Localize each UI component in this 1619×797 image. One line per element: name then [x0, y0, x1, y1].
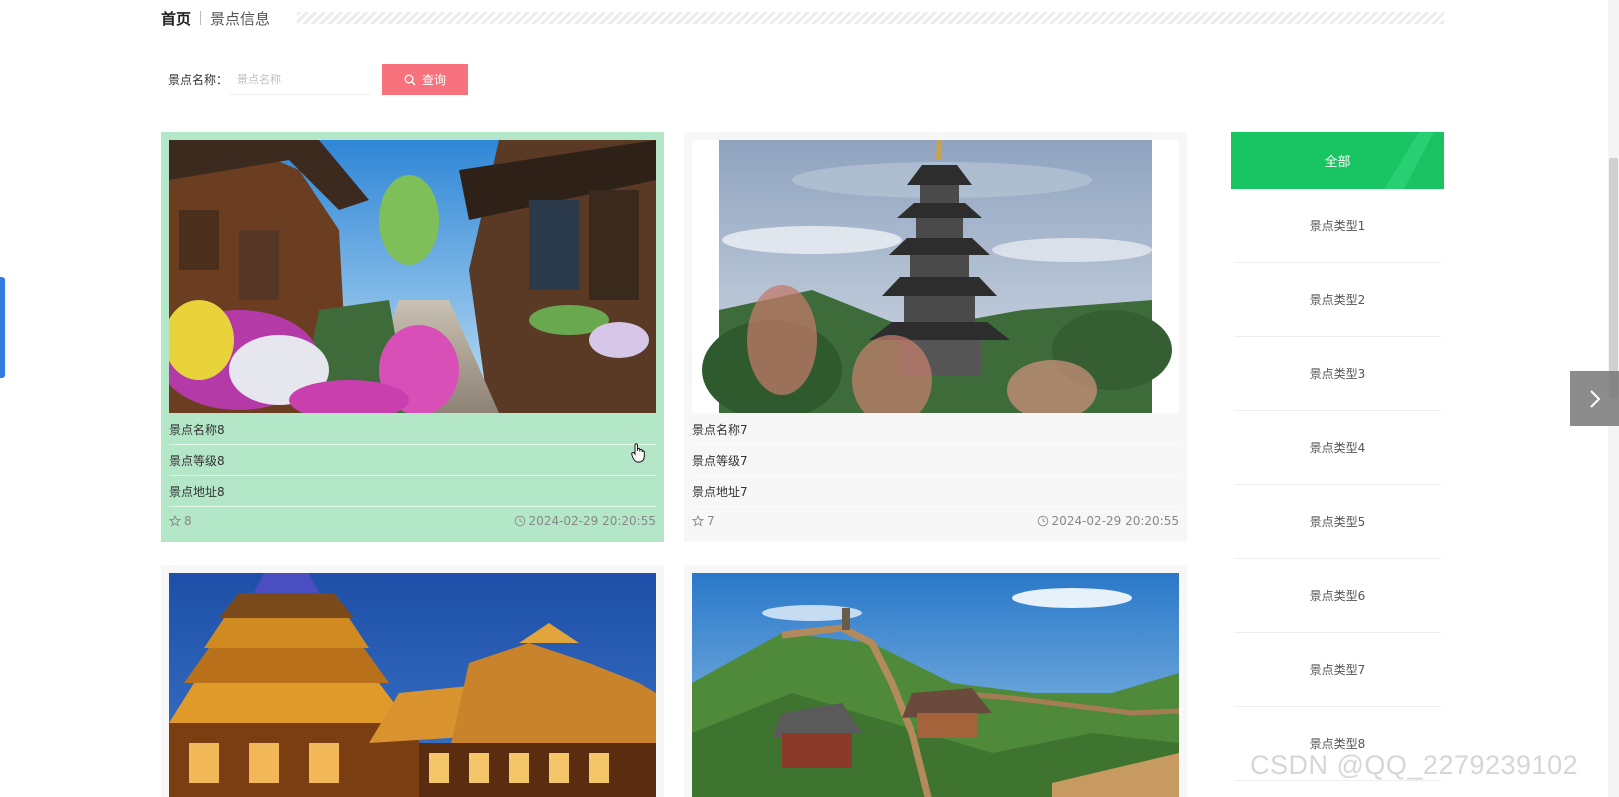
publish-time: 2024-02-29 20:20:55 [1051, 514, 1179, 528]
watermark: CSDN @QQ_2279239102 [1250, 750, 1579, 780]
scenic-image[interactable] [692, 140, 1179, 413]
scenic-name: 景点名称8 [169, 414, 656, 445]
category-item[interactable]: 景点类型3 [1234, 337, 1441, 411]
breadcrumb-home[interactable]: 首页 [161, 8, 191, 29]
next-page-button[interactable] [1570, 371, 1619, 426]
page: 首页 景点信息 景点名称： 查询 [0, 0, 1619, 797]
scenic-name: 景点名称7 [692, 414, 1179, 445]
scenic-address: 景点地址8 [169, 476, 656, 507]
category-all-label: 全部 [1324, 155, 1351, 170]
star-icon [169, 515, 181, 527]
title-decoration [297, 12, 1444, 24]
chevron-right-icon [1589, 389, 1600, 408]
category-item[interactable]: 景点类型1 [1234, 189, 1441, 263]
category-item[interactable]: 景点类型7 [1234, 633, 1441, 707]
scenic-image[interactable] [692, 573, 1179, 797]
publish-time: 2024-02-29 20:20:55 [528, 514, 656, 528]
search-icon [404, 74, 416, 85]
star-icon [692, 515, 704, 527]
category-sidebar: 全部 景点类型1 景点类型2 景点类型3 景点类型4 景点类型5 景点类型6 景… [1231, 132, 1444, 781]
card-footer: 8 2024-02-29 20:20:55 [169, 511, 656, 531]
like-count: 8 [184, 514, 192, 528]
scenic-card[interactable]: 景点名称7 景点等级7 景点地址7 7 2024-02-29 20:20:55 [684, 132, 1187, 542]
scenic-address: 景点地址7 [692, 476, 1179, 507]
category-item[interactable]: 景点类型2 [1234, 263, 1441, 337]
scenic-image[interactable] [169, 140, 656, 413]
category-item[interactable]: 景点类型5 [1234, 485, 1441, 559]
clock-icon [514, 515, 525, 527]
search-label: 景点名称： [168, 73, 229, 87]
scrollbar-thumb[interactable] [1609, 158, 1618, 398]
side-drawer-tab[interactable] [0, 277, 5, 378]
scenic-card[interactable]: 景点名称8 景点等级8 景点地址8 8 2024-02-29 20:20:55 [161, 132, 664, 542]
clock-icon [1037, 515, 1048, 527]
search-input[interactable] [230, 65, 370, 95]
hand-cursor-icon [631, 443, 645, 463]
scenic-level: 景点等级8 [169, 445, 656, 476]
like-count: 7 [707, 514, 715, 528]
scenic-card[interactable] [161, 565, 664, 797]
breadcrumb-divider [200, 11, 202, 25]
category-item[interactable]: 景点类型4 [1234, 411, 1441, 485]
search-button-label: 查询 [421, 73, 446, 87]
scenic-level: 景点等级7 [692, 445, 1179, 476]
scenic-image[interactable] [169, 573, 656, 797]
search-button[interactable]: 查询 [382, 64, 468, 95]
card-footer: 7 2024-02-29 20:20:55 [692, 511, 1179, 531]
decorative-triangle [1384, 132, 1444, 189]
breadcrumb-current: 景点信息 [210, 9, 271, 28]
breadcrumb: 首页 景点信息 [161, 6, 270, 30]
category-item[interactable]: 景点类型6 [1234, 559, 1441, 633]
category-all-button[interactable]: 全部 [1231, 132, 1444, 189]
scenic-card[interactable] [684, 565, 1187, 797]
